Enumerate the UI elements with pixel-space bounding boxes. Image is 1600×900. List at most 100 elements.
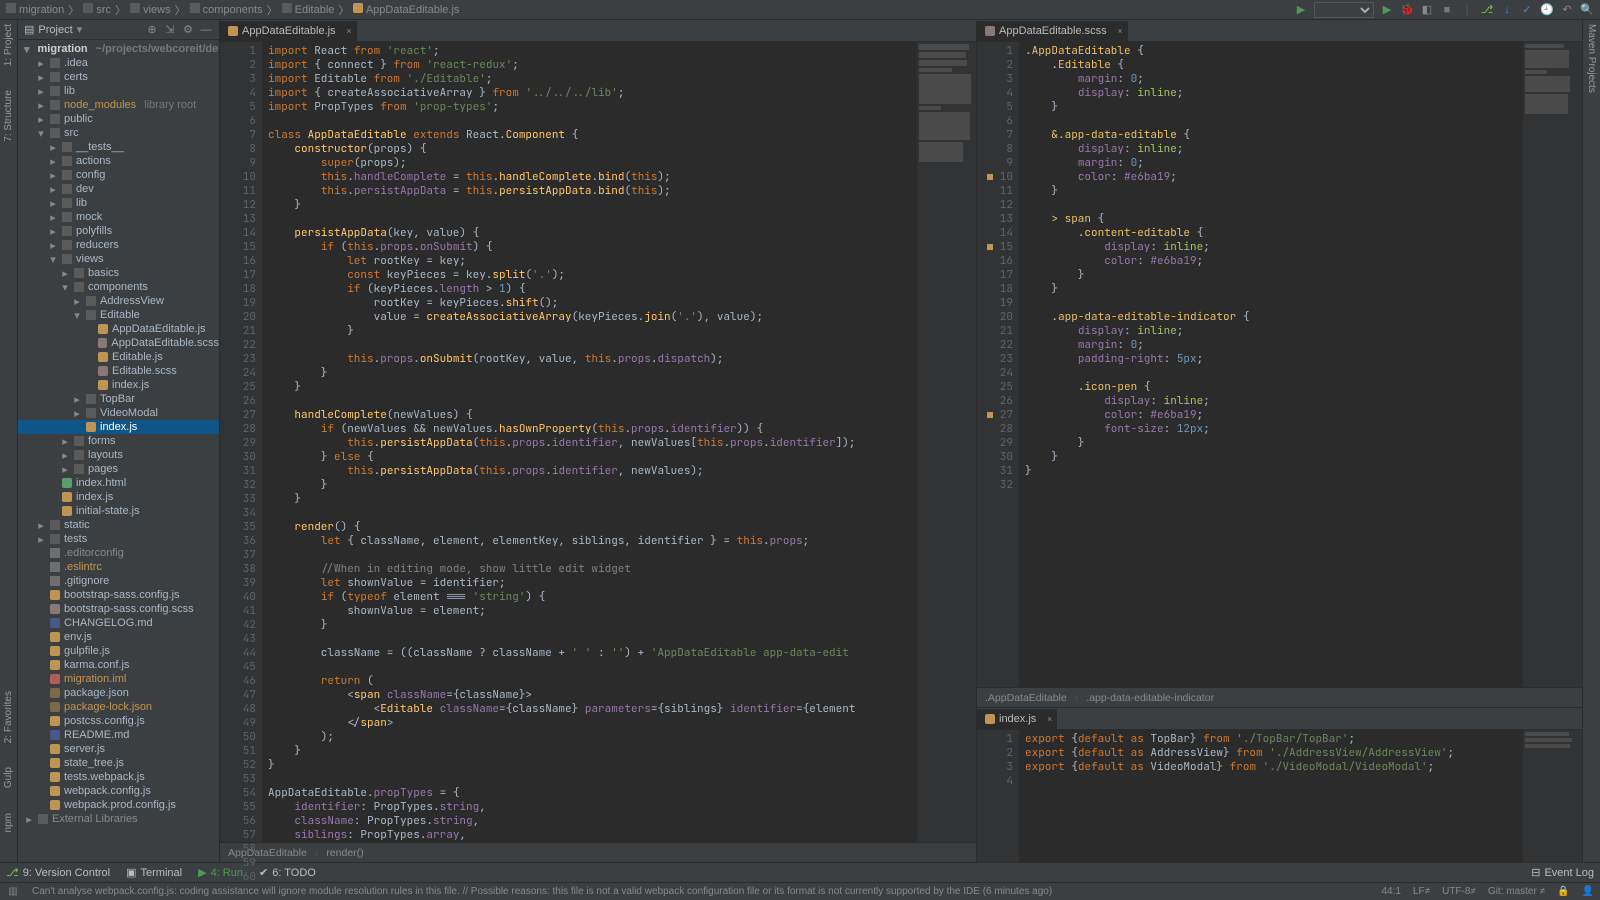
tree-row[interactable]: initial-state.js <box>18 504 219 518</box>
tree-caret-icon[interactable]: ▸ <box>60 463 70 476</box>
tree-caret-icon[interactable]: ▾ <box>48 253 58 266</box>
tree-row[interactable]: gulpfile.js <box>18 644 219 658</box>
tree-row[interactable]: Editable.js <box>18 350 219 364</box>
tree-caret-icon[interactable]: ▸ <box>36 113 46 126</box>
tree-caret-icon[interactable]: ▾ <box>60 281 70 294</box>
tree-row[interactable]: ▸forms <box>18 434 219 448</box>
tree-row[interactable]: bootstrap-sass.config.js <box>18 588 219 602</box>
bottom-item-vcs[interactable]: ⎇9: Version Control <box>6 866 110 879</box>
tool-gulp[interactable]: Gulp <box>3 767 14 788</box>
tree-row[interactable]: .eslintrc <box>18 560 219 574</box>
code-editor-right-top[interactable]: 123456789 1011121314 1516171819202122232… <box>977 42 1582 687</box>
tab-index-js[interactable]: index.js × <box>977 709 1057 729</box>
code-area[interactable]: .AppDataEditable { .Editable { margin: 0… <box>1019 42 1522 687</box>
tab-close-icon[interactable]: × <box>1117 26 1122 36</box>
run-button-icon[interactable]: ▶ <box>1380 3 1394 17</box>
tree-row[interactable]: ▾components <box>18 280 219 294</box>
tree-row[interactable]: bootstrap-sass.config.scss <box>18 602 219 616</box>
tree-caret-icon[interactable]: ▸ <box>72 295 82 308</box>
tree-caret-icon[interactable]: ▸ <box>36 519 46 532</box>
tree-row[interactable]: postcss.config.js <box>18 714 219 728</box>
tree-row[interactable]: ▸TopBar <box>18 392 219 406</box>
tree-row[interactable]: tests.webpack.js <box>18 770 219 784</box>
gear-icon[interactable]: ⚙ <box>181 23 195 37</box>
tree-row[interactable]: ▸polyfills <box>18 224 219 238</box>
editor-breadcrumb-left[interactable]: AppDataEditable › render() <box>220 842 976 862</box>
tree-row[interactable]: env.js <box>18 630 219 644</box>
tree-row[interactable]: ▸config <box>18 168 219 182</box>
tree-row[interactable]: ▸mock <box>18 210 219 224</box>
minimap[interactable] <box>1522 42 1582 687</box>
tree-row[interactable]: ▸dev <box>18 182 219 196</box>
tree-row[interactable]: ▸tests <box>18 532 219 546</box>
tree-row[interactable]: ▸public <box>18 112 219 126</box>
project-tree[interactable]: ▾migration~/projects/webcoreit/del/mi▸.i… <box>18 40 219 862</box>
tree-caret-icon[interactable]: ▸ <box>48 155 58 168</box>
tree-row[interactable]: ▾src <box>18 126 219 140</box>
code-editor-right-bottom[interactable]: 1234 export {default as TopBar} from './… <box>977 730 1582 862</box>
tree-row[interactable]: webpack.config.js <box>18 784 219 798</box>
tree-caret-icon[interactable]: ▸ <box>48 239 58 252</box>
tree-row[interactable]: ▸__tests__ <box>18 140 219 154</box>
tool-maven[interactable]: Maven Projects <box>1586 24 1597 93</box>
breadcrumb-segment[interactable]: migration <box>6 3 64 16</box>
tree-row[interactable]: ▸External Libraries <box>18 812 219 826</box>
tree-row[interactable]: ▸node_moduleslibrary root <box>18 98 219 112</box>
tree-caret-icon[interactable]: ▸ <box>48 169 58 182</box>
inspector-icon[interactable]: 👤 <box>1582 886 1594 897</box>
tool-structure[interactable]: 7: Structure <box>3 90 14 142</box>
coverage-icon[interactable]: ◧ <box>1420 3 1434 17</box>
tree-row[interactable]: ▸VideoModal <box>18 406 219 420</box>
history-icon[interactable]: 🕘 <box>1540 3 1554 17</box>
tree-caret-icon[interactable]: ▸ <box>36 57 46 70</box>
tree-row[interactable]: package.json <box>18 686 219 700</box>
breadcrumb-segment[interactable]: components <box>190 3 263 16</box>
tree-caret-icon[interactable]: ▾ <box>72 309 82 322</box>
tree-row[interactable]: ▾Editable <box>18 308 219 322</box>
tree-row[interactable]: .gitignore <box>18 574 219 588</box>
tree-caret-icon[interactable]: ▸ <box>36 85 46 98</box>
revert-icon[interactable]: ↶ <box>1560 3 1574 17</box>
tree-row[interactable]: .editorconfig <box>18 546 219 560</box>
editor-breadcrumb-right-top[interactable]: .AppDataEditable › .app-data-editable-in… <box>977 687 1582 707</box>
tree-caret-icon[interactable]: ▸ <box>72 393 82 406</box>
bottom-item-todo[interactable]: ✔6: TODO <box>259 866 316 879</box>
tree-row[interactable]: ▸reducers <box>18 238 219 252</box>
search-icon[interactable]: 🔍 <box>1580 3 1594 17</box>
stop-icon[interactable]: ■ <box>1440 3 1454 17</box>
tree-row[interactable]: index.js <box>18 420 219 434</box>
tree-row[interactable]: README.md <box>18 728 219 742</box>
tree-caret-icon[interactable]: ▾ <box>24 43 30 56</box>
tree-caret-icon[interactable]: ▸ <box>48 183 58 196</box>
code-area[interactable]: import React from 'react'; import { conn… <box>262 42 916 842</box>
line-ending[interactable]: LF≠ <box>1413 886 1430 897</box>
tree-caret-icon[interactable]: ▸ <box>48 141 58 154</box>
tree-row[interactable]: ▸pages <box>18 462 219 476</box>
bottom-item-terminal[interactable]: ▣Terminal <box>126 866 182 879</box>
tree-caret-icon[interactable]: ▸ <box>48 197 58 210</box>
tool-favorites[interactable]: 2: Favorites <box>3 691 14 743</box>
tab-close-icon[interactable]: × <box>346 26 351 36</box>
hide-icon[interactable]: — <box>199 23 213 37</box>
tree-row[interactable]: ▸lib <box>18 196 219 210</box>
breadcrumb[interactable]: migration〉 src〉 views〉 components〉 Edita… <box>6 2 459 18</box>
run-config-select[interactable] <box>1314 2 1374 18</box>
git-push-icon[interactable]: ✓ <box>1520 3 1534 17</box>
tree-row[interactable]: ▾views <box>18 252 219 266</box>
debug-icon[interactable]: 🐞 <box>1400 3 1414 17</box>
tree-row[interactable]: server.js <box>18 742 219 756</box>
tool-npm[interactable]: npm <box>3 813 14 832</box>
tree-row[interactable]: Editable.scss <box>18 364 219 378</box>
breadcrumb-segment[interactable]: views <box>130 3 171 16</box>
tree-row[interactable]: index.html <box>18 476 219 490</box>
minimap[interactable] <box>916 42 976 842</box>
code-area[interactable]: export {default as TopBar} from './TopBa… <box>1019 730 1522 862</box>
tree-caret-icon[interactable]: ▸ <box>60 267 70 280</box>
tree-row[interactable]: ▸layouts <box>18 448 219 462</box>
tree-caret-icon[interactable]: ▾ <box>36 127 46 140</box>
lock-icon[interactable]: 🔒 <box>1557 886 1569 897</box>
tab-appdataeditable-scss[interactable]: AppDataEditable.scss × <box>977 21 1128 41</box>
tab-close-icon[interactable]: × <box>1047 714 1052 724</box>
tree-row[interactable]: index.js <box>18 378 219 392</box>
tree-caret-icon[interactable]: ▸ <box>72 407 82 420</box>
